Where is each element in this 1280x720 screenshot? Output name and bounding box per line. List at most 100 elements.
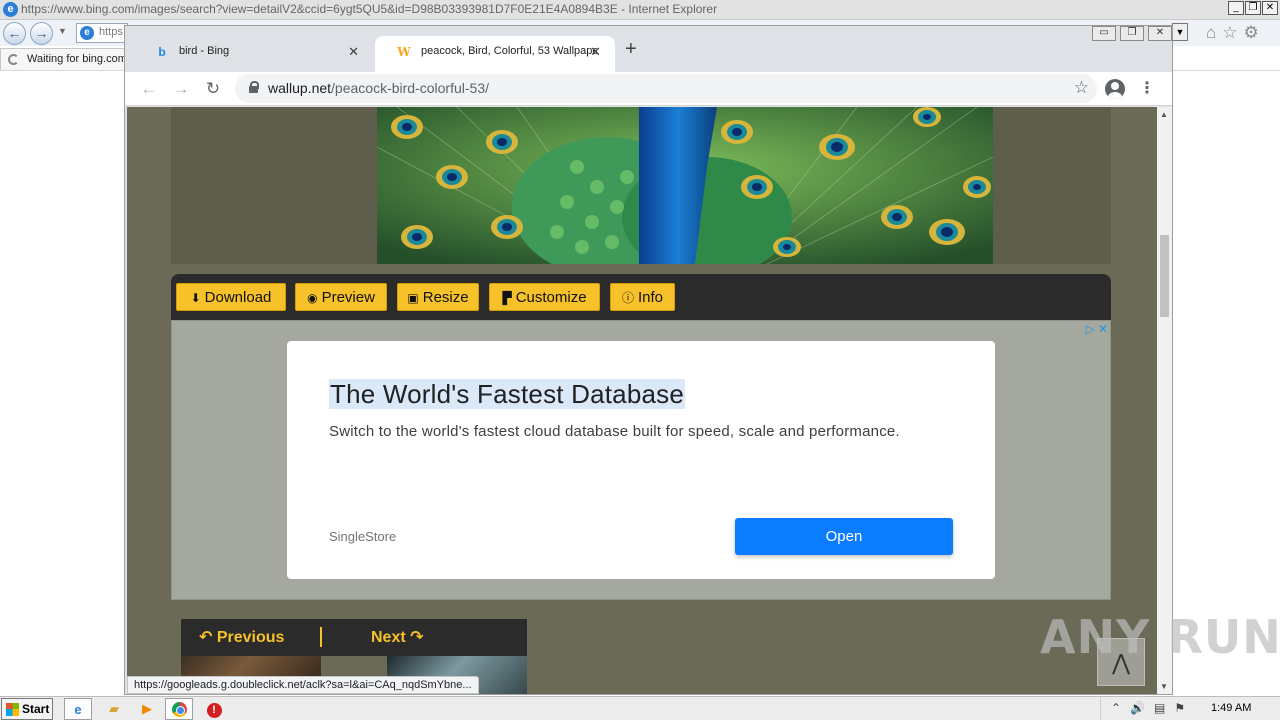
chrome-tabstrip: b bird - Bing ✕ W peacock, Bird, Colorfu…	[125, 26, 1172, 72]
preview-label: Preview	[321, 289, 375, 306]
scroll-up-arrow-icon[interactable]: ▲	[1160, 110, 1168, 119]
ie-tab-label: Waiting for bing.com	[27, 53, 127, 65]
system-tray: ⌃ 🔊 ▤ ⚑ 1:49 AM	[1100, 697, 1280, 720]
reload-icon[interactable]: ↻	[201, 77, 225, 101]
ie-toolbar-icons: ⌂ ☆ ⚙	[1206, 23, 1259, 43]
tray-expand-icon[interactable]: ⌃	[1111, 701, 1121, 715]
more-menu-icon[interactable]: ⋮	[1139, 78, 1155, 98]
chrome-logo-icon	[171, 702, 187, 717]
taskbar-stop-icon[interactable]: !	[200, 698, 228, 720]
stop-sign-icon: !	[206, 703, 222, 718]
anyrun-watermark: ANY RUN	[1040, 610, 1280, 664]
ad-advertiser[interactable]: SingleStore	[329, 529, 396, 544]
url-host: wallup.net	[268, 80, 332, 96]
ad-description[interactable]: Switch to the world's fastest cloud data…	[329, 423, 900, 440]
network-icon[interactable]: ▤	[1154, 701, 1165, 715]
restore-icon[interactable]: ❐	[1245, 1, 1261, 15]
tools-gear-icon[interactable]: ⚙	[1244, 23, 1259, 43]
resize-label: Resize	[422, 289, 469, 306]
page-viewport: ⬇ Download ◉ Preview ▣ Resize ▛ Customize ⓘ I…	[127, 107, 1157, 694]
close-icon[interactable]: ✕	[1148, 26, 1172, 41]
resize-icon: ▣	[407, 291, 419, 305]
peacock-image-graphic	[377, 107, 993, 264]
tab-label: bird - Bing	[179, 45, 230, 57]
curved-arrow-left-icon: ↶	[199, 629, 217, 646]
ie-tab[interactable]: Waiting for bing.com	[0, 48, 128, 70]
ie-address-text: https	[99, 26, 123, 38]
tab-close-icon[interactable]: ✕	[590, 44, 601, 60]
tab-close-icon[interactable]: ✕	[348, 44, 359, 60]
lock-icon[interactable]	[249, 81, 259, 93]
preview-button[interactable]: ◉ Preview	[295, 283, 387, 311]
ad-card[interactable]: The World's Fastest Database Switch to t…	[287, 341, 995, 579]
restore-icon[interactable]: ❐	[1120, 26, 1144, 41]
wallpaper-actions-bar: ⬇ Download ◉ Preview ▣ Resize ▛ Customize ⓘ I…	[171, 274, 1111, 320]
ie-forward-button[interactable]: →	[30, 22, 53, 45]
curved-arrow-right-icon: ↷	[405, 629, 424, 646]
windows-logo-icon	[6, 703, 19, 716]
tab-peacock-wallpaper[interactable]: W peacock, Bird, Colorful, 53 Wallpaper …	[375, 36, 615, 72]
peacock-wallpaper-image[interactable]	[377, 107, 993, 264]
chrome-toolbar: ← → ↻ wallup.net/peacock-bird-colorful-5…	[125, 72, 1172, 106]
paint-roller-icon: ▛	[502, 291, 512, 305]
taskbar-ie-icon[interactable]: e	[64, 698, 92, 720]
ad-close-icon[interactable]: ✕	[1098, 322, 1108, 336]
new-tab-plus-icon[interactable]: +	[625, 38, 637, 61]
ie-address-bar[interactable]: e https	[76, 23, 128, 43]
download-label: Download	[204, 289, 272, 306]
scroll-down-arrow-icon[interactable]: ▼	[1160, 682, 1168, 691]
next-link[interactable]: Next ↷	[371, 627, 424, 647]
ie-page-icon: e	[80, 26, 94, 40]
start-button[interactable]: Start	[1, 698, 53, 720]
tab-bird-bing[interactable]: b bird - Bing ✕	[133, 36, 373, 72]
download-icon: ⬇	[190, 291, 201, 305]
page-scrollbar[interactable]: ▲ ▼	[1157, 107, 1172, 694]
taskbar-clock[interactable]: 1:49 AM	[1211, 702, 1251, 714]
ie-back-button[interactable]: ←	[3, 22, 26, 45]
taskbar-folder-icon[interactable]: ▰	[100, 698, 128, 720]
info-button[interactable]: ⓘ Info	[610, 283, 675, 311]
ie-address-dropdown-icon[interactable]: ▼	[1172, 23, 1188, 41]
customize-label: Customize	[515, 289, 587, 306]
address-bar[interactable]: wallup.net/peacock-bird-colorful-53/ ☆	[235, 74, 1097, 103]
wallpaper-frame	[171, 107, 1111, 264]
ie-window-controls: _ ❐ ✕	[1228, 1, 1278, 15]
url-path: /peacock-bird-colorful-53/	[331, 80, 490, 96]
back-arrow-icon[interactable]: ←	[137, 77, 161, 101]
ad-headline[interactable]: The World's Fastest Database	[329, 379, 686, 409]
customize-button[interactable]: ▛ Customize	[489, 283, 600, 311]
bookmark-star-icon[interactable]: ☆	[1074, 78, 1089, 98]
wallpaper-pager: ↶ Previous Next ↷	[181, 619, 527, 656]
minimize-icon[interactable]: ▭	[1092, 26, 1116, 41]
tab-label: peacock, Bird, Colorful, 53 Wallpaper	[421, 45, 597, 57]
ie-titlebar: e https://www.bing.com/images/search?vie…	[0, 0, 1280, 20]
previous-link[interactable]: ↶ Previous	[199, 627, 284, 647]
action-center-flag-icon[interactable]: ⚑	[1174, 701, 1185, 715]
taskbar-media-player-icon[interactable]: ▶	[133, 698, 161, 720]
bing-icon: b	[158, 45, 166, 59]
resize-button[interactable]: ▣ Resize	[397, 283, 479, 311]
ad-open-button[interactable]: Open	[735, 518, 953, 555]
volume-icon[interactable]: 🔊	[1130, 701, 1145, 715]
eye-icon: ◉	[307, 291, 318, 305]
start-label: Start	[22, 702, 50, 716]
windows-taskbar: Start e ▰ ▶ ! ⌃ 🔊 ▤ ⚑ 1:49 AM	[0, 696, 1280, 720]
info-label: Info	[637, 289, 664, 306]
favorites-star-icon[interactable]: ☆	[1222, 23, 1237, 43]
download-button[interactable]: ⬇ Download	[176, 283, 286, 311]
profile-avatar-icon[interactable]	[1105, 79, 1125, 99]
adchoices-icon[interactable]: ▷	[1086, 322, 1095, 336]
loading-spinner-icon	[8, 54, 19, 65]
chrome-window-controls: ▭ ❐ ✕	[1092, 26, 1172, 41]
minimize-icon[interactable]: _	[1228, 1, 1244, 15]
taskbar-chrome-icon[interactable]	[165, 698, 193, 720]
home-icon[interactable]: ⌂	[1206, 23, 1216, 43]
forward-arrow-icon[interactable]: →	[169, 77, 193, 101]
ie-history-dropdown-icon[interactable]: ▼	[58, 26, 67, 36]
tray-icons: ⌃ 🔊 ▤ ⚑	[1111, 701, 1185, 715]
scrollbar-thumb[interactable]	[1160, 235, 1169, 317]
ad-container: ▷ ✕ The World's Fastest Database Switch …	[171, 320, 1111, 600]
close-icon[interactable]: ✕	[1262, 1, 1278, 15]
link-status-bubble: https://googleads.g.doubleclick.net/aclk…	[127, 676, 479, 694]
ie-window-title: https://www.bing.com/images/search?view=…	[21, 2, 718, 16]
